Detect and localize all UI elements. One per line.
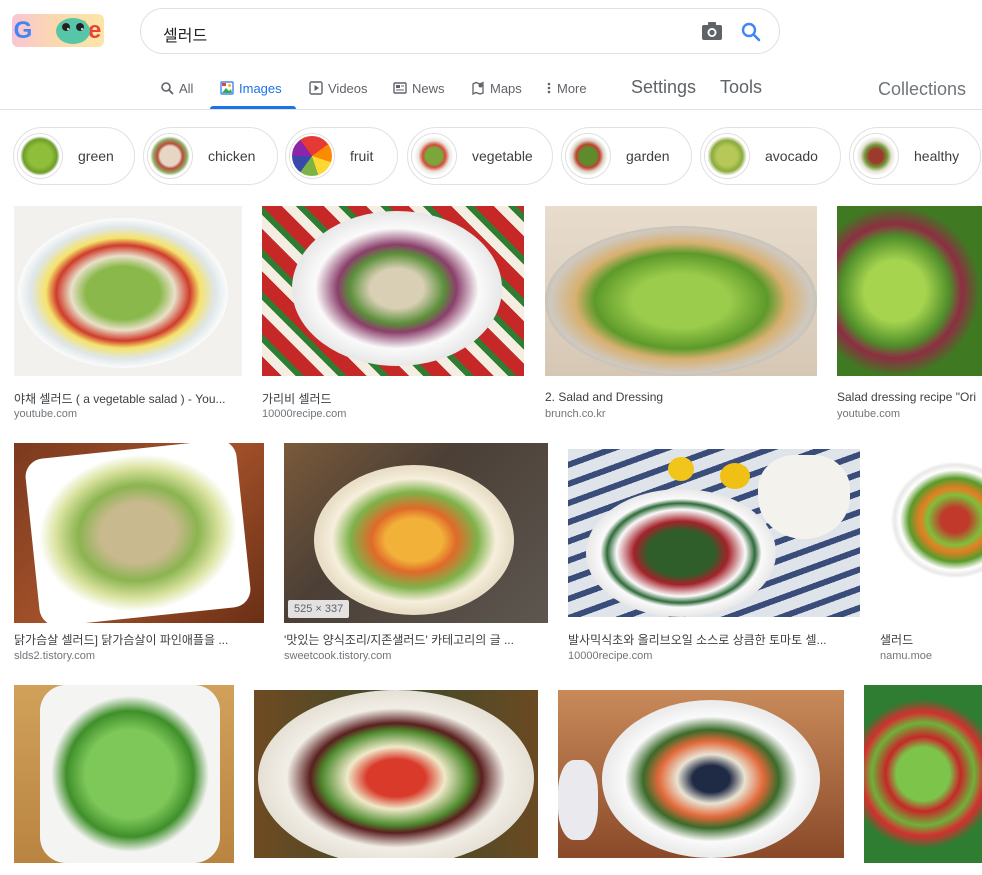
result-source[interactable]: 10000recipe.com: [262, 408, 524, 420]
chip-thumbnail: [18, 134, 62, 178]
chip-thumbnail: [148, 134, 192, 178]
result-title[interactable]: 야채 셀러드 ( a vegetable salad ) - You...: [14, 390, 242, 407]
chip-thumbnail: [854, 134, 898, 178]
active-tab-indicator: [210, 106, 296, 109]
tab-news[interactable]: News: [393, 78, 445, 98]
result-title[interactable]: '맛있는 양식조리/지존샐러드' 카테고리의 글 ...: [284, 631, 548, 648]
result-title[interactable]: 샐러드: [880, 631, 982, 648]
result-thumbnail[interactable]: [837, 206, 982, 376]
search-icon[interactable]: [739, 20, 763, 44]
result-thumbnail[interactable]: [14, 685, 234, 863]
result-thumbnail[interactable]: [864, 685, 982, 863]
result-source[interactable]: youtube.com: [837, 408, 982, 420]
result-thumbnail[interactable]: [284, 443, 548, 623]
google-doodle-logo[interactable]: Google: [12, 14, 104, 47]
dots-vertical-icon: [547, 82, 551, 94]
chip-thumbnail: [566, 134, 610, 178]
tab-images[interactable]: Images: [220, 78, 282, 98]
chip-green[interactable]: green: [13, 127, 135, 185]
result-source[interactable]: brunch.co.kr: [545, 408, 817, 420]
result-title[interactable]: Salad dressing recipe "Ori: [837, 390, 982, 404]
tab-maps[interactable]: Maps: [471, 78, 522, 98]
result-thumbnail[interactable]: [558, 690, 844, 858]
tab-all[interactable]: All: [160, 78, 193, 98]
image-icon: [220, 81, 234, 95]
chip-thumbnail: [290, 134, 334, 178]
tools-link[interactable]: Tools: [720, 77, 762, 98]
result-source[interactable]: namu.moe: [880, 650, 982, 662]
chip-healthy[interactable]: healthy: [849, 127, 981, 185]
play-icon: [309, 81, 323, 95]
result-thumbnail[interactable]: [545, 206, 817, 376]
search-box[interactable]: 셀러드: [140, 8, 780, 54]
tab-videos[interactable]: Videos: [309, 78, 368, 98]
result-thumbnail[interactable]: [262, 206, 524, 376]
chip-vegetable[interactable]: vegetable: [407, 127, 553, 185]
camera-icon[interactable]: [701, 21, 723, 41]
settings-link[interactable]: Settings: [631, 77, 696, 98]
search-tabs: All Images Videos News Maps More Setting…: [0, 68, 982, 110]
chip-avocado[interactable]: avocado: [700, 127, 841, 185]
result-source[interactable]: sweetcook.tistory.com: [284, 650, 548, 662]
header: Google 셀러드 All Images Videos: [0, 0, 982, 110]
search-icon: [161, 82, 174, 95]
result-title[interactable]: 가리비 셀러드: [262, 390, 524, 407]
result-source[interactable]: 10000recipe.com: [568, 650, 860, 662]
search-input[interactable]: 셀러드: [163, 22, 207, 46]
chip-thumbnail: [412, 134, 456, 178]
map-pin-icon: [472, 81, 484, 95]
frog-doodle-icon: [56, 18, 90, 44]
result-thumbnail[interactable]: [254, 690, 538, 858]
result-title[interactable]: 닭가슴살 셀러드] 닭가슴살이 파인애플을 ...: [14, 631, 264, 648]
tab-more[interactable]: More: [546, 78, 587, 98]
result-thumbnail[interactable]: [14, 206, 242, 376]
result-thumbnail[interactable]: [14, 443, 264, 623]
result-source[interactable]: youtube.com: [14, 408, 242, 420]
chip-fruit[interactable]: fruit: [285, 127, 398, 185]
newspaper-icon: [393, 82, 407, 94]
image-dimensions-badge: 525 × 337: [288, 600, 350, 618]
result-title[interactable]: 2. Salad and Dressing: [545, 390, 817, 404]
related-search-chips: green chicken fruit vegetable garden avo…: [0, 126, 982, 186]
chip-chicken[interactable]: chicken: [143, 127, 278, 185]
collections-link[interactable]: Collections: [878, 79, 966, 100]
result-thumbnail[interactable]: [568, 449, 860, 617]
result-thumbnail[interactable]: [880, 443, 982, 623]
result-title[interactable]: 발사믹식초와 올리브오일 소스로 상큼한 토마토 셀...: [568, 631, 860, 648]
result-source[interactable]: slds2.tistory.com: [14, 650, 264, 662]
chip-garden[interactable]: garden: [561, 127, 692, 185]
chip-thumbnail: [705, 134, 749, 178]
